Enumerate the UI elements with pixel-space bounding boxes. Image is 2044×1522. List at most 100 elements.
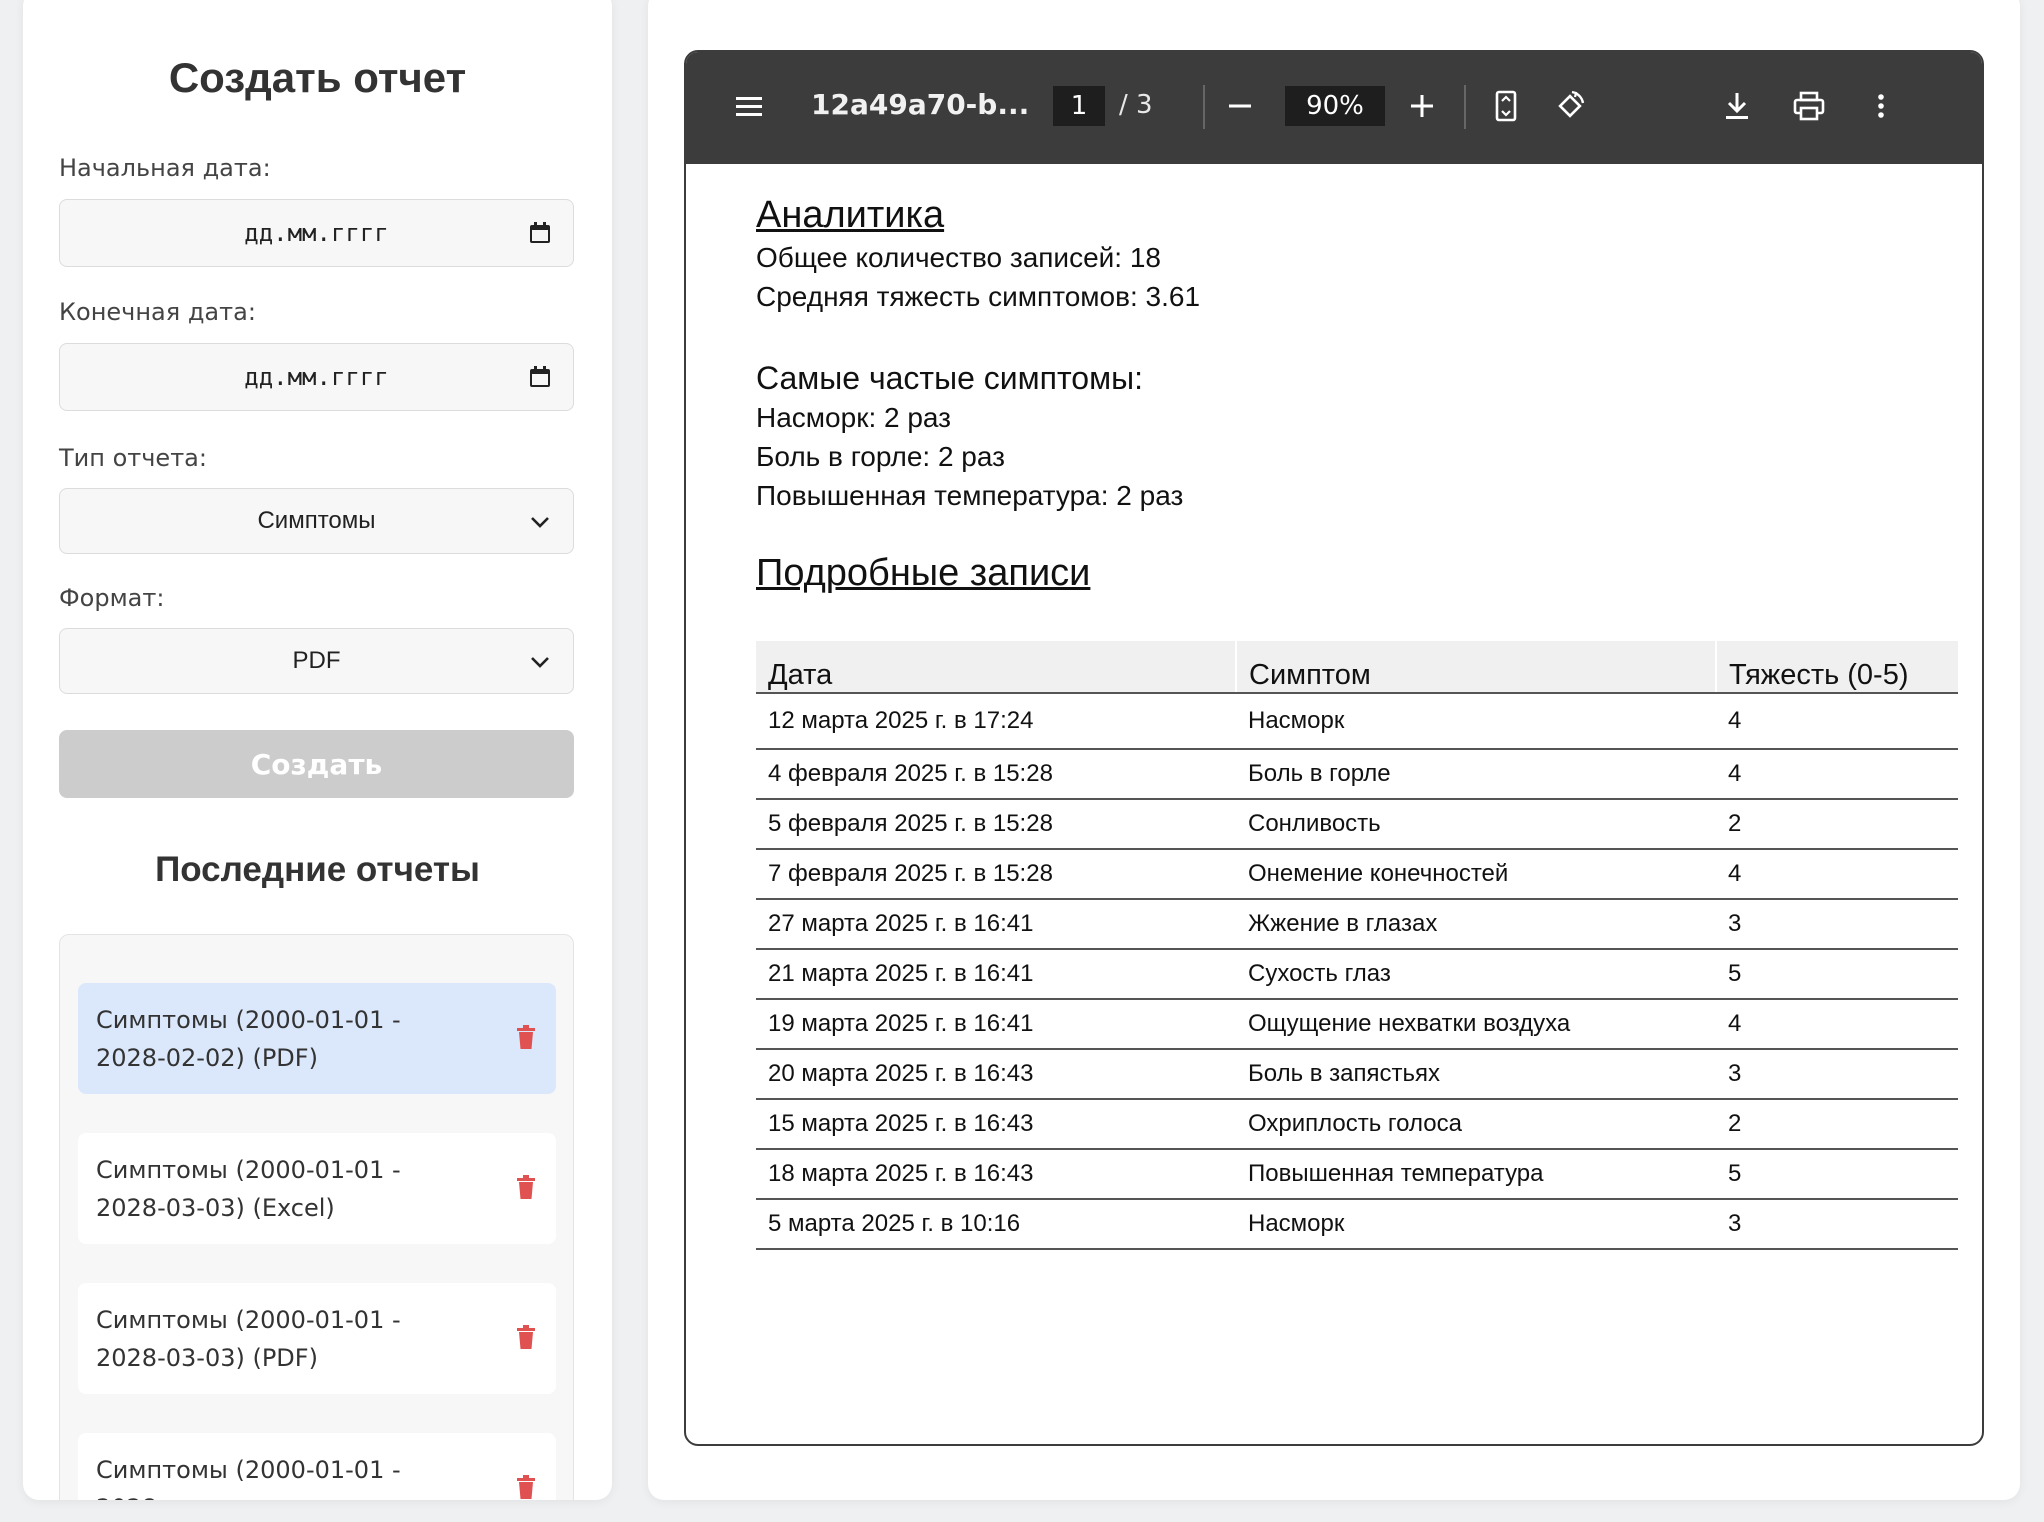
report-type-select[interactable]: Симптомы <box>59 488 574 554</box>
table-row: 18 марта 2025 г. в 16:43 Повышенная темп… <box>756 1149 1958 1200</box>
cell-date: 12 марта 2025 г. в 17:24 <box>756 693 1236 750</box>
pdf-toolbar: 12a49a70-b... 1 / 3 90% <box>686 52 1982 164</box>
pdf-page: Аналитика Общее количество записей: 18 С… <box>756 192 1976 1250</box>
table-row: 5 марта 2025 г. в 10:16 Насморк 3 <box>756 1199 1958 1250</box>
trash-icon[interactable] <box>516 1175 536 1199</box>
report-item[interactable]: Симптомы (2000-01-01 - 2028-03-03) (PDF) <box>78 1283 556 1394</box>
cell-severity: 5 <box>1716 1149 1958 1200</box>
cell-date: 20 марта 2025 г. в 16:43 <box>756 1049 1236 1100</box>
page-total: / 3 <box>1119 90 1153 120</box>
cell-symptom: Насморк <box>1236 1199 1716 1250</box>
trash-icon[interactable] <box>516 1025 536 1049</box>
start-date-placeholder: дд.мм.гггг <box>244 219 389 247</box>
download-icon[interactable] <box>1720 89 1754 123</box>
table-header-row: Дата Симптом Тяжесть (0-5) <box>756 641 1958 694</box>
create-report-button[interactable]: Создать <box>59 730 574 798</box>
cell-date: 5 марта 2025 г. в 10:16 <box>756 1199 1236 1250</box>
table-row: 21 марта 2025 г. в 16:41 Сухость глаз 5 <box>756 949 1958 1000</box>
more-vert-icon[interactable] <box>1864 89 1898 123</box>
cell-symptom: Охриплость голоса <box>1236 1099 1716 1150</box>
trash-icon[interactable] <box>516 1325 536 1349</box>
cell-date: 27 марта 2025 г. в 16:41 <box>756 899 1236 950</box>
detailed-records-heading: Подробные записи <box>756 552 1091 594</box>
minus-icon[interactable] <box>1223 89 1257 123</box>
table-row: 4 февраля 2025 г. в 15:28 Боль в горле 4 <box>756 749 1958 800</box>
cell-date: 18 марта 2025 г. в 16:43 <box>756 1149 1236 1200</box>
cell-severity: 2 <box>1716 1099 1958 1150</box>
cell-symptom: Ощущение нехватки воздуха <box>1236 999 1716 1050</box>
cell-symptom: Насморк <box>1236 693 1716 750</box>
cell-date: 15 марта 2025 г. в 16:43 <box>756 1099 1236 1150</box>
calendar-icon[interactable] <box>529 222 551 244</box>
end-date-input[interactable]: дд.мм.гггг <box>59 343 574 411</box>
report-item[interactable]: Симптомы (2000-01-01 - 2028-02-02) (PDF) <box>78 983 556 1094</box>
table-row: 7 февраля 2025 г. в 15:28 Онемение конеч… <box>756 849 1958 900</box>
fit-page-icon[interactable] <box>1489 89 1523 123</box>
table-row: 20 марта 2025 г. в 16:43 Боль в запястья… <box>756 1049 1958 1100</box>
column-header-symptom: Симптом <box>1235 641 1716 694</box>
frequent-symptom: Насморк: 2 раз <box>756 402 952 433</box>
zoom-level[interactable]: 90% <box>1285 86 1385 126</box>
cell-symptom: Онемение конечностей <box>1236 849 1716 900</box>
cell-symptom: Боль в запястьях <box>1236 1049 1716 1100</box>
report-type-label: Тип отчета: <box>59 444 207 472</box>
cell-severity: 3 <box>1716 899 1958 950</box>
table-row: 19 марта 2025 г. в 16:41 Ощущение нехват… <box>756 999 1958 1050</box>
pdf-viewer[interactable]: 12a49a70-b... 1 / 3 90% Аналитика Общее … <box>684 50 1984 1446</box>
format-value: PDF <box>292 647 341 674</box>
cell-symptom: Сухость глаз <box>1236 949 1716 1000</box>
report-item[interactable]: Симптомы (2000-01-01 - 2028-03-03) (Exce… <box>78 1133 556 1244</box>
toolbar-divider <box>1203 85 1205 129</box>
menu-icon[interactable] <box>732 89 766 123</box>
report-type-value: Симптомы <box>257 507 376 534</box>
table-row: 12 марта 2025 г. в 17:24 Насморк 4 <box>756 693 1958 750</box>
cell-severity: 4 <box>1716 749 1958 800</box>
page-number-input[interactable]: 1 <box>1053 86 1105 126</box>
report-item-label: Симптомы (2000-01-01 - 2028-03-03) (PDF) <box>96 1306 401 1372</box>
cell-severity: 3 <box>1716 1199 1958 1250</box>
cell-severity: 5 <box>1716 949 1958 1000</box>
report-item[interactable]: Симптомы (2000-01-01 - 2028- <box>78 1433 556 1500</box>
chevron-down-icon <box>531 517 549 528</box>
recent-reports-title: Последние отчеты <box>155 850 480 889</box>
table-row: 15 марта 2025 г. в 16:43 Охриплость голо… <box>756 1099 1958 1150</box>
start-date-label: Начальная дата: <box>59 154 271 182</box>
table-row: 27 марта 2025 г. в 16:41 Жжение в глазах… <box>756 899 1958 950</box>
column-header-severity: Тяжесть (0-5) <box>1715 641 1958 694</box>
frequent-symptom: Боль в горле: 2 раз <box>756 441 1005 472</box>
cell-severity: 3 <box>1716 1049 1958 1100</box>
cell-symptom: Сонливость <box>1236 799 1716 850</box>
cell-severity: 2 <box>1716 799 1958 850</box>
cell-date: 5 февраля 2025 г. в 15:28 <box>756 799 1236 850</box>
start-date-input[interactable]: дд.мм.гггг <box>59 199 574 267</box>
cell-symptom: Боль в горле <box>1236 749 1716 800</box>
cell-severity: 4 <box>1716 693 1958 750</box>
toolbar-divider <box>1464 85 1466 129</box>
cell-date: 7 февраля 2025 г. в 15:28 <box>756 849 1236 900</box>
cell-date: 4 февраля 2025 г. в 15:28 <box>756 749 1236 800</box>
cell-severity: 4 <box>1716 999 1958 1050</box>
cell-date: 19 марта 2025 г. в 16:41 <box>756 999 1236 1050</box>
frequent-symptoms-heading: Самые частые симптомы: <box>756 360 1143 396</box>
avg-severity: Средняя тяжесть симптомов: 3.61 <box>756 281 1201 312</box>
pdf-filename: 12a49a70-b... <box>811 88 1030 121</box>
cell-severity: 4 <box>1716 849 1958 900</box>
report-item-label: Симптомы (2000-01-01 - 2028-03-03) (Exce… <box>96 1156 401 1222</box>
trash-icon[interactable] <box>516 1475 536 1499</box>
records-table: Дата Симптом Тяжесть (0-5) 12 марта 2025… <box>756 641 1958 1250</box>
calendar-icon[interactable] <box>529 366 551 388</box>
report-item-label: Симптомы (2000-01-01 - 2028- <box>96 1456 401 1500</box>
cell-date: 21 марта 2025 г. в 16:41 <box>756 949 1236 1000</box>
recent-reports-list[interactable]: Симптомы (2000-01-01 - 2028-02-02) (PDF)… <box>59 934 574 1500</box>
format-select[interactable]: PDF <box>59 628 574 694</box>
analytics-heading: Аналитика <box>756 194 945 236</box>
print-icon[interactable] <box>1792 89 1826 123</box>
end-date-label: Конечная дата: <box>59 298 256 326</box>
report-item-label: Симптомы (2000-01-01 - 2028-02-02) (PDF) <box>96 1006 401 1072</box>
plus-icon[interactable] <box>1405 89 1439 123</box>
rotate-icon[interactable] <box>1553 89 1587 123</box>
cell-symptom: Жжение в глазах <box>1236 899 1716 950</box>
cell-symptom: Повышенная температура <box>1236 1149 1716 1200</box>
frequent-symptom: Повышенная температура: 2 раз <box>756 480 1184 511</box>
report-preview-panel: 12a49a70-b... 1 / 3 90% Аналитика Общее … <box>648 0 2020 1500</box>
